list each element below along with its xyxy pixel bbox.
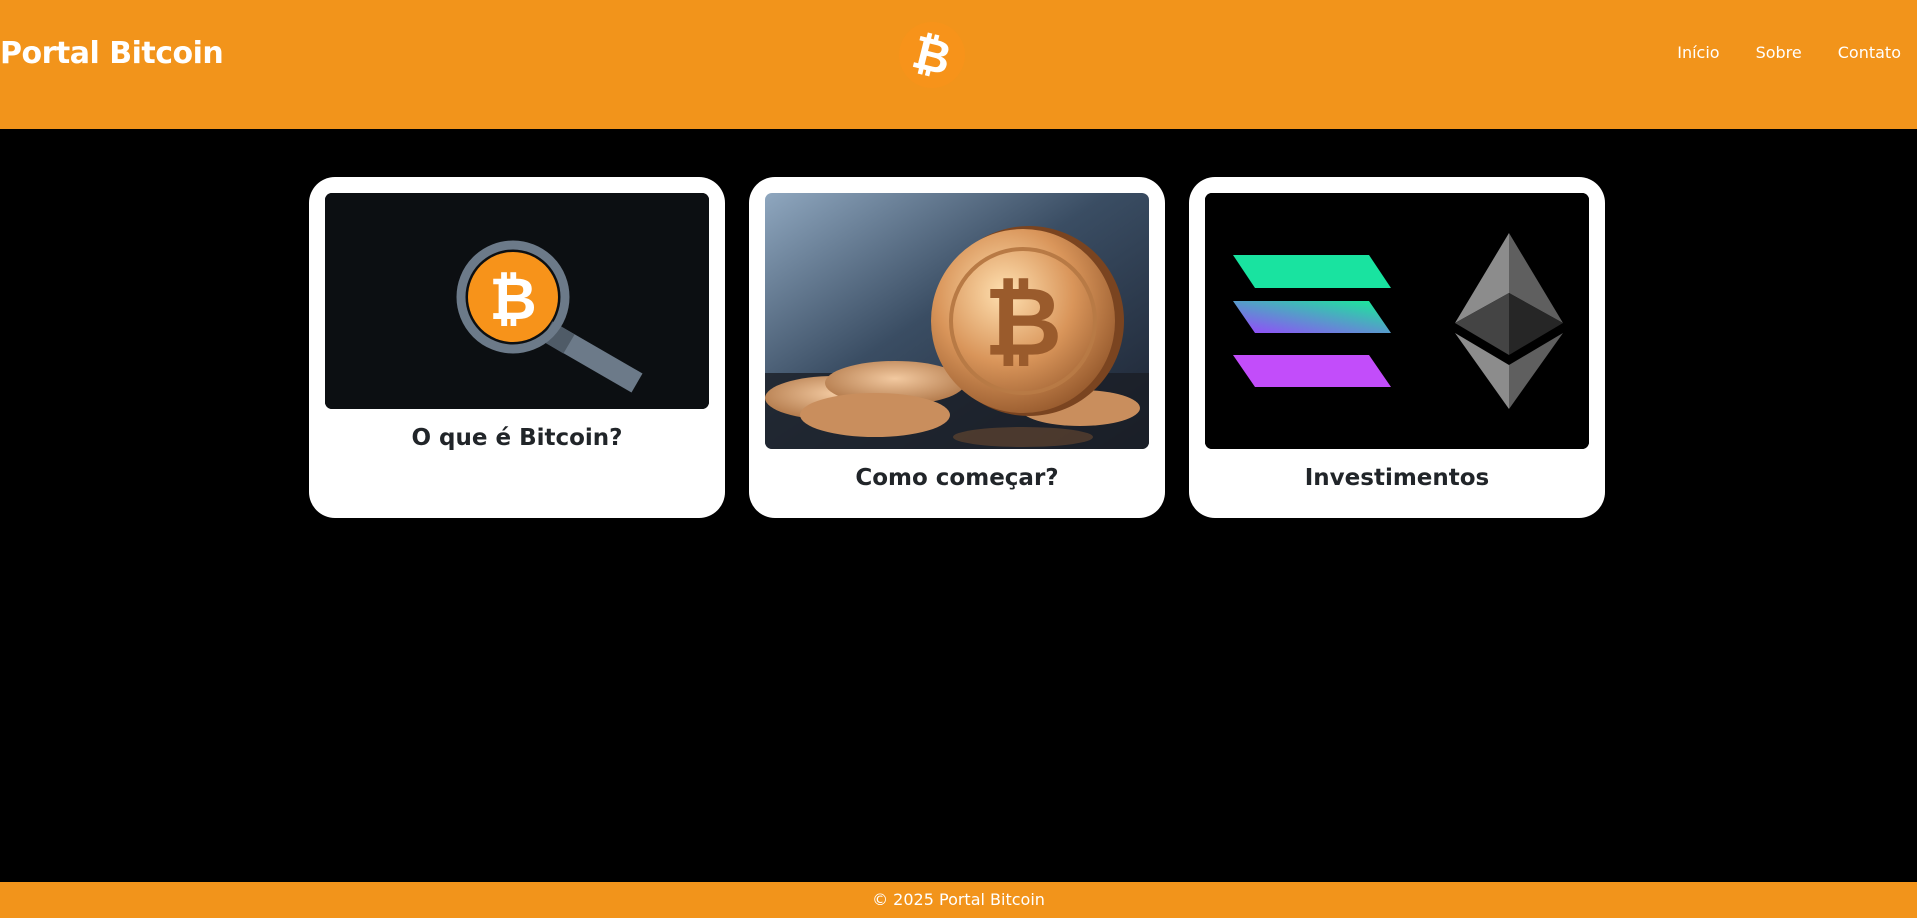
footer-copyright: © 2025 Portal Bitcoin xyxy=(872,890,1045,909)
solana-logo-icon xyxy=(1233,255,1391,387)
site-footer: © 2025 Portal Bitcoin xyxy=(0,882,1917,918)
card-investments[interactable]: Investimentos xyxy=(1189,177,1605,518)
card-title: Como começar? xyxy=(855,465,1059,491)
svg-text:₿: ₿ xyxy=(984,266,1062,378)
svg-text:₿: ₿ xyxy=(489,265,536,333)
nav-link-contato[interactable]: Contato xyxy=(1838,43,1901,62)
card-how-to-start[interactable]: ₿ Como começar? xyxy=(749,177,1165,518)
bitcoin-logo-icon: ₿ xyxy=(898,21,966,89)
card-title: O que é Bitcoin? xyxy=(411,425,623,451)
bitcoin-magnifier-image: ₿ xyxy=(325,193,709,409)
main-nav: Início Sobre Contato xyxy=(1677,43,1901,62)
card-title: Investimentos xyxy=(1304,465,1490,491)
site-brand[interactable]: Portal Bitcoin xyxy=(0,36,224,71)
bitcoin-coins-photo: ₿ xyxy=(765,193,1149,449)
card-what-is-bitcoin[interactable]: ₿ O que é Bitcoin? xyxy=(309,177,725,518)
nav-link-sobre[interactable]: Sobre xyxy=(1756,43,1802,62)
site-header: Portal Bitcoin ₿ Início Sobre Contato xyxy=(0,0,1917,129)
nav-link-inicio[interactable]: Início xyxy=(1677,43,1719,62)
solana-ethereum-logos-image xyxy=(1205,193,1589,449)
